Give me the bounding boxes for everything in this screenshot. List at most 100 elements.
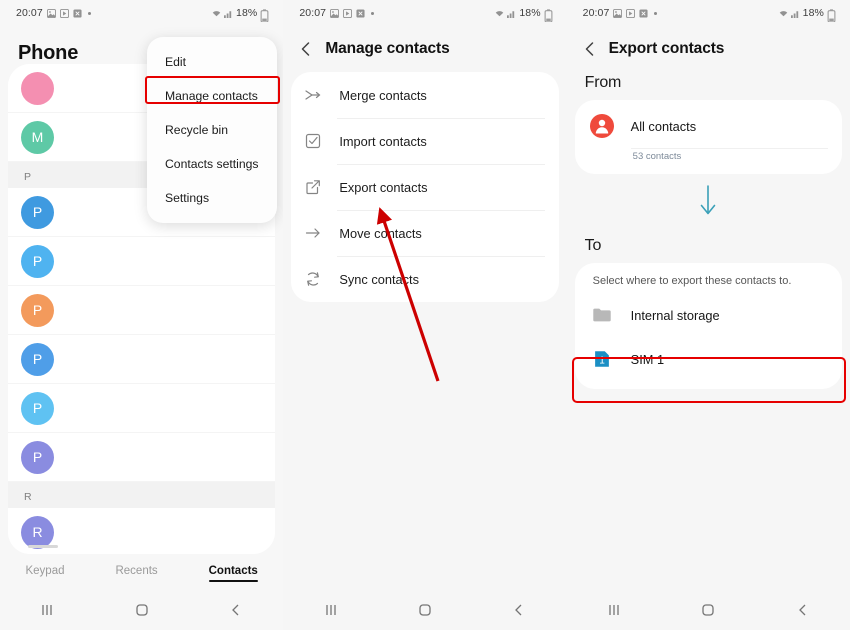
back-chevron-icon[interactable]: [581, 40, 599, 58]
page-header: Export contacts: [567, 26, 850, 68]
wifi-icon: [779, 9, 788, 18]
status-bar-right: 18%: [779, 7, 836, 22]
contact-name: [68, 305, 275, 315]
back-icon[interactable]: [511, 602, 527, 618]
contact-name: [68, 256, 275, 266]
page-title: Manage contacts: [325, 40, 450, 57]
battery-icon: [544, 8, 553, 22]
play-store-icon: [626, 8, 636, 18]
svg-text:1: 1: [599, 356, 605, 367]
export-share-icon: [304, 178, 322, 196]
back-icon[interactable]: [228, 602, 244, 618]
destination-internal-storage[interactable]: Internal storage: [575, 293, 842, 337]
page-header: Manage contacts: [283, 26, 566, 68]
menu-item-sync-contacts[interactable]: Sync contacts: [291, 256, 558, 302]
contact-name: [68, 403, 275, 413]
contact-name: [68, 452, 275, 462]
three-panel-screenshot: 20:07 18% Phone M P P P P P P P R R Edit…: [0, 0, 850, 630]
tab-recents[interactable]: Recents: [115, 565, 157, 581]
gallery-icon: [46, 8, 56, 18]
list-item[interactable]: P: [8, 384, 276, 433]
menu-item-merge-contacts[interactable]: Merge contacts: [291, 72, 558, 118]
wifi-icon: [212, 9, 221, 18]
battery-icon: [260, 8, 269, 22]
from-source-card: All contacts 53 contacts: [574, 100, 842, 174]
menu-item-label: Import contacts: [339, 133, 427, 149]
dot-indicator: [371, 11, 375, 15]
list-item[interactable]: P: [8, 335, 276, 384]
menu-item-export-contacts[interactable]: Export contacts: [291, 164, 558, 210]
home-icon[interactable]: [417, 602, 433, 618]
bottom-tabs: Keypad Recents Contacts: [0, 556, 283, 590]
status-time: 20:07: [16, 7, 43, 19]
from-source-count: 53 contacts: [630, 148, 828, 166]
tab-keypad[interactable]: Keypad: [25, 565, 64, 581]
status-time: 20:07: [299, 7, 327, 19]
signal-icon: [790, 9, 800, 18]
avatar: M: [21, 120, 54, 154]
status-bar-left: 20:07: [299, 7, 375, 19]
to-section-label: To: [584, 237, 602, 254]
arrow-down-icon: [696, 184, 720, 223]
list-item[interactable]: P: [8, 286, 276, 335]
destination-sim-1[interactable]: 1 SIM 1: [575, 337, 842, 381]
menu-item-recycle-bin[interactable]: Recycle bin: [147, 113, 277, 147]
avatar: [21, 71, 54, 105]
from-source-row[interactable]: All contacts: [575, 104, 842, 148]
scroll-indicator[interactable]: [28, 545, 58, 548]
menu-item-contacts-settings[interactable]: Contacts settings: [147, 147, 277, 181]
manage-contacts-card: Merge contacts Import contacts Export co…: [291, 72, 559, 302]
contact-name: [68, 354, 275, 364]
status-bar-left: 20:07: [16, 7, 91, 19]
menu-item-settings[interactable]: Settings: [147, 181, 277, 215]
wifi-icon: [495, 9, 504, 18]
back-chevron-icon[interactable]: [297, 40, 315, 58]
menu-item-move-contacts[interactable]: Move contacts: [291, 210, 558, 256]
avatar: R: [21, 515, 54, 549]
recents-icon[interactable]: [323, 602, 339, 618]
from-section-label: From: [584, 74, 622, 91]
back-icon[interactable]: [795, 602, 811, 618]
list-item[interactable]: P: [8, 433, 276, 482]
avatar: P: [21, 342, 54, 376]
list-item[interactable]: P: [8, 237, 276, 286]
recents-icon[interactable]: [606, 602, 622, 618]
signal-icon: [507, 9, 516, 18]
sim-card-icon: 1: [589, 346, 615, 372]
section-header: R: [8, 482, 276, 508]
battery-percent: 18%: [802, 7, 824, 19]
gallery-icon: [330, 8, 340, 18]
menu-item-import-contacts[interactable]: Import contacts: [291, 118, 558, 164]
destination-label: SIM 1: [630, 351, 665, 367]
menu-item-label: Move contacts: [339, 225, 422, 241]
menu-item-manage-contacts[interactable]: Manage contacts: [147, 79, 277, 113]
to-destination-card: Select where to export these contacts to…: [574, 263, 842, 389]
app-icon: [639, 8, 648, 18]
menu-item-label: Export contacts: [339, 179, 428, 195]
home-icon[interactable]: [700, 602, 716, 618]
from-source-label: All contacts: [630, 118, 697, 134]
status-bar-right: 18%: [212, 7, 269, 22]
folder-icon: [589, 302, 615, 328]
avatar: P: [21, 391, 54, 425]
merge-icon: [304, 86, 322, 104]
home-icon[interactable]: [134, 602, 150, 618]
tab-contacts[interactable]: Contacts: [208, 565, 259, 582]
gallery-icon: [613, 8, 623, 18]
status-bar: 20:07 18%: [283, 0, 566, 26]
avatar: P: [21, 440, 54, 474]
recents-icon[interactable]: [39, 602, 55, 618]
signal-icon: [224, 9, 233, 18]
app-icon: [73, 8, 82, 18]
avatar: P: [21, 195, 54, 229]
arrow-right-icon: [304, 224, 322, 242]
status-bar: 20:07 18%: [567, 0, 850, 26]
status-bar-right: 18%: [495, 7, 553, 22]
avatar: P: [21, 244, 54, 278]
system-nav-bar: [0, 590, 283, 630]
battery-percent: 18%: [519, 7, 541, 19]
menu-item-edit[interactable]: Edit: [147, 45, 277, 79]
destination-label: Internal storage: [630, 307, 720, 323]
overflow-menu: Edit Manage contacts Recycle bin Contact…: [147, 37, 277, 223]
system-nav-bar: [567, 590, 850, 630]
